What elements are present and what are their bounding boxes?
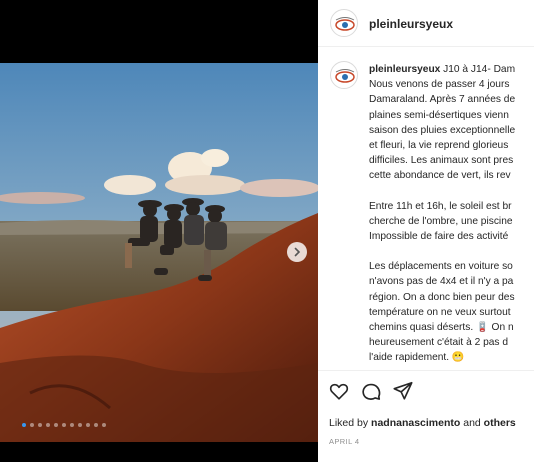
share-icon[interactable]	[392, 380, 414, 402]
profile-logo-icon	[335, 69, 355, 83]
carousel-dot	[86, 423, 90, 427]
carousel-dot	[70, 423, 74, 427]
caption-line: région. On a donc bien peur des	[369, 291, 515, 303]
likes-others-link[interactable]: others	[484, 417, 516, 429]
post-caption: pleinleursyeux J10 à J14- Dam Nous venon…	[369, 62, 534, 366]
caption-line: saison des pluies exceptionnelle	[369, 124, 516, 136]
caption-line: cette abondance de vert, ils rev	[369, 170, 511, 182]
post-date[interactable]: APRIL 4	[329, 437, 359, 446]
caption-username[interactable]: pleinleursyeux	[369, 64, 440, 75]
caption-line: cherche de l'ombre, une piscine	[369, 215, 513, 227]
caption-line: heureusement c'était à 2 pas d	[369, 337, 508, 349]
post-header: pleinleursyeux	[318, 0, 534, 47]
profile-logo-icon	[335, 17, 355, 31]
avatar[interactable]	[330, 61, 358, 89]
caption-line: n'avons pas de 4x4 et il n'y a pa	[369, 276, 514, 288]
post-media-pane	[0, 0, 318, 462]
liked-by-username[interactable]: nadnanascimento	[371, 417, 460, 429]
carousel-dot	[30, 423, 34, 427]
carousel-dot	[78, 423, 82, 427]
next-slide-button[interactable]	[287, 242, 307, 262]
caption-line: plaines semi-désertiques vienn	[369, 109, 509, 121]
carousel-dot	[62, 423, 66, 427]
post-photo[interactable]	[0, 63, 318, 442]
carousel-dot	[102, 423, 106, 427]
caption-line: difficiles. Les animaux sont pres	[369, 155, 514, 167]
post-author-username[interactable]: pleinleursyeux	[369, 17, 453, 31]
post-details-pane: pleinleursyeux pleinleursyeux J10 à J14-…	[318, 0, 534, 462]
caption-line: Entre 11h et 16h, le soleil est br	[369, 200, 512, 212]
caption-line: et fleuri, la vie reprend glorieus	[369, 140, 509, 152]
post-actions-bar: Liked by nadnanascimento and others APRI…	[318, 370, 534, 462]
carousel-dot	[94, 423, 98, 427]
heart-icon[interactable]	[328, 380, 350, 402]
photo-image	[0, 63, 318, 442]
caption-line: Impossible de faire des activité	[369, 231, 509, 243]
caption-line: température on ne veux surtout	[369, 306, 511, 318]
likes-prefix: Liked by	[329, 417, 372, 429]
carousel-indicator	[22, 423, 106, 427]
likes-summary: Liked by nadnanascimento and others	[329, 417, 516, 429]
avatar[interactable]	[330, 9, 358, 37]
caption-line: chemins quasi déserts. 🪫 On n	[369, 322, 514, 334]
carousel-dot	[46, 423, 50, 427]
caption-line: Nous venons de passer 4 jours	[369, 79, 510, 91]
chevron-right-icon	[294, 247, 301, 257]
carousel-dot	[22, 423, 26, 427]
caption-line: Damaraland. Après 7 années de	[369, 94, 516, 106]
likes-middle: and	[460, 417, 484, 429]
comment-icon[interactable]	[360, 380, 382, 402]
carousel-dot	[54, 423, 58, 427]
caption-line: l'aide rapidement. 😬	[369, 352, 465, 364]
caption-line: J10 à J14- Dam	[440, 64, 516, 75]
carousel-dot	[38, 423, 42, 427]
caption-line: Les déplacements en voiture so	[369, 261, 513, 273]
